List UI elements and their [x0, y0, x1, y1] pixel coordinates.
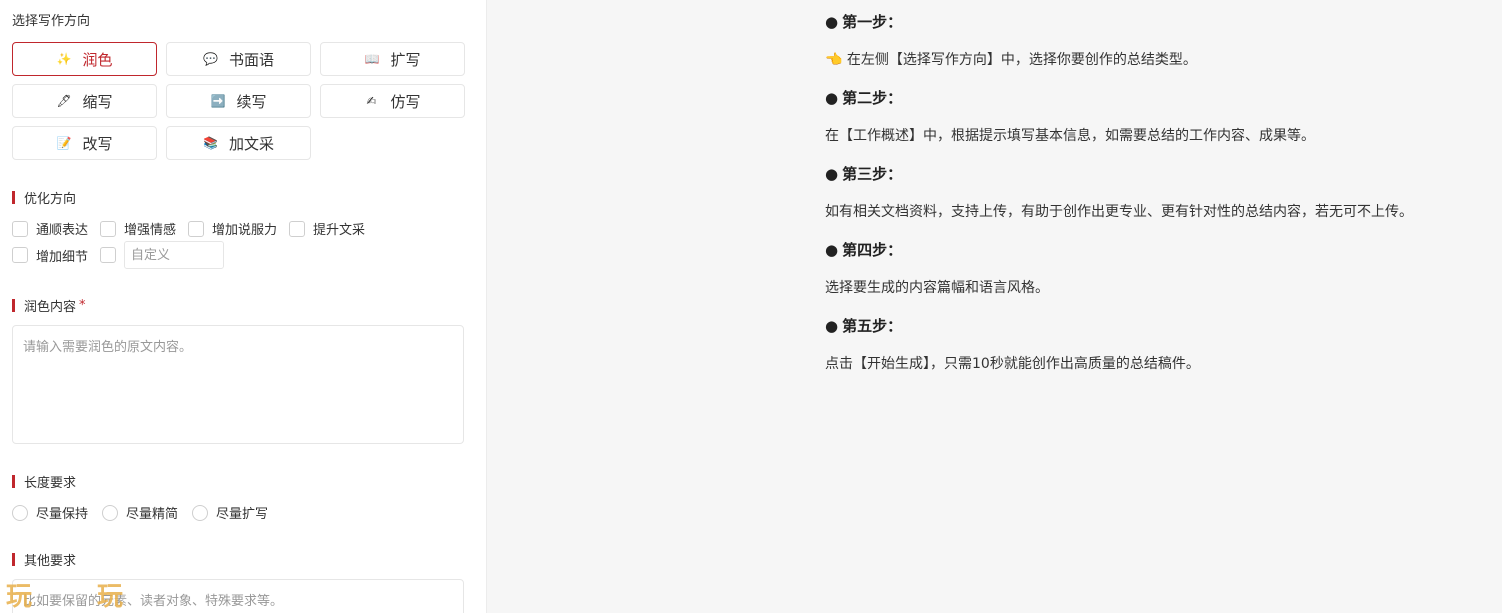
- section-marker: [12, 553, 15, 566]
- books-icon: 📚: [202, 136, 218, 150]
- mode-button[interactable]: ➡️ 续写: [166, 84, 311, 118]
- book-icon: 📖: [364, 52, 380, 66]
- other-title: 其他要求: [24, 554, 77, 569]
- content-textarea[interactable]: [12, 325, 464, 444]
- section-marker: [12, 299, 15, 312]
- content-header: 润色内容 *: [12, 296, 86, 315]
- step-guide: ● 第一步： 👈 在左侧【选择写作方向】中，选择你要创作的总结类型。 ● 第二步： 在【工…: [825, 12, 1502, 392]
- checkbox-details[interactable]: [12, 247, 28, 263]
- step-description: 在【工作概述】中，根据提示填写基本信息，如需要总结的工作内容、成果等。: [825, 128, 1315, 144]
- step-description: 👈 在左侧【选择写作方向】中，选择你要创作的总结类型。: [825, 52, 1197, 68]
- step-title-text: 第二步：: [842, 89, 903, 107]
- mode-label: 续写: [236, 92, 267, 111]
- section-marker: [12, 191, 15, 204]
- checkbox-smooth[interactable]: [12, 220, 28, 237]
- content-title: 润色内容: [24, 300, 77, 315]
- checkbox-persuasion[interactable]: [188, 220, 205, 237]
- writing-hand-icon: ✍: [366, 94, 377, 108]
- step-title: ● 第四步：: [825, 240, 1502, 260]
- guide-step: ● 第四步： 选择要生成的内容篇幅和语言风格。: [825, 240, 1502, 316]
- optimize-header: 优化方向: [12, 188, 76, 207]
- speech-bubble-icon: 💬: [202, 52, 218, 66]
- checkbox-emotion[interactable]: [100, 220, 117, 237]
- mode-button[interactable]: 🖋 缩写: [12, 84, 157, 118]
- radio-label: 尽量保持: [36, 507, 89, 522]
- checkbox-label: 通顺表达: [36, 223, 89, 238]
- step-title-text: 第四步：: [842, 241, 903, 259]
- radio-label: 尽量扩写: [216, 507, 269, 522]
- arrow-right-icon: ➡️: [210, 94, 226, 108]
- step-title-text: 第五步：: [842, 317, 903, 335]
- length-title: 长度要求: [24, 476, 77, 491]
- step-description: 点击【开始生成】，只需10秒就能创作出高质量的总结稿件。: [825, 356, 1200, 372]
- required-mark: *: [79, 298, 86, 313]
- other-header: 其他要求: [12, 550, 76, 569]
- step-title-text: 第一步：: [842, 13, 903, 31]
- watermark-logo: 玩 玩: [6, 582, 152, 612]
- memo-icon: 📝: [56, 136, 72, 150]
- pen-icon: 🖋: [56, 94, 72, 108]
- step-title: ● 第二步：: [825, 88, 1502, 108]
- mode-button[interactable]: 📖 扩写: [320, 42, 465, 76]
- mode-button[interactable]: 📚 加文采: [166, 126, 311, 160]
- custom-option-input[interactable]: [124, 241, 225, 269]
- optimize-row-1: 通顺表达 增强情感 增加说服力 提升文采: [12, 219, 377, 238]
- checkbox-label: 增强情感: [124, 223, 177, 238]
- bullet-icon: ●: [825, 13, 839, 31]
- optimize-row-2: 增加细节: [12, 241, 225, 269]
- checkbox-custom[interactable]: [100, 247, 117, 263]
- app-root: 选择写作方向 ✨ 润色 💬 书面语 📖 扩写 🖋 缩写 ➡️ 续写 ✍ 仿写 📝 改写 📚 加文采 优化方向 …: [0, 0, 1502, 613]
- section-marker: [12, 475, 15, 488]
- step-description: 选择要生成的内容篇幅和语言风格。: [825, 280, 1049, 296]
- step-title-text: 第三步：: [842, 165, 903, 183]
- radio-label: 尽量精简: [126, 507, 179, 522]
- radio-expand[interactable]: [192, 504, 209, 521]
- mode-label: 改写: [82, 134, 113, 153]
- checkbox-label: 提升文采: [313, 223, 366, 238]
- mode-label: 书面语: [228, 50, 274, 69]
- mode-label: 扩写: [390, 50, 421, 69]
- mode-button[interactable]: ✍ 仿写: [320, 84, 465, 118]
- bullet-icon: ●: [825, 89, 839, 107]
- guide-step: ● 第三步： 如有相关文档资料，支持上传，有助于创作出更专业、更有针对性的总结内容，…: [825, 164, 1502, 240]
- optimize-title: 优化方向: [24, 192, 77, 207]
- checkbox-label: 增加细节: [36, 249, 89, 265]
- length-options: 尽量保持 尽量精简 尽量扩写: [12, 503, 282, 522]
- bullet-icon: ●: [825, 317, 839, 335]
- length-header: 长度要求: [12, 472, 76, 491]
- step-description: 如有相关文档资料，支持上传，有助于创作出更专业、更有针对性的总结内容，若无可不上…: [825, 204, 1413, 220]
- bullet-icon: ●: [825, 165, 839, 183]
- direction-title: 选择写作方向: [12, 14, 91, 29]
- bullet-icon: ●: [825, 241, 839, 259]
- settings-panel: 选择写作方向 ✨ 润色 💬 书面语 📖 扩写 🖋 缩写 ➡️ 续写 ✍ 仿写 📝 改写 📚 加文采 优化方向 …: [0, 0, 487, 613]
- sparkles-icon: ✨: [56, 52, 72, 66]
- mode-button[interactable]: ✨ 润色: [12, 42, 157, 76]
- step-title: ● 第三步：: [825, 164, 1502, 184]
- mode-label: 仿写: [390, 92, 421, 111]
- guide-step: ● 第一步： 👈 在左侧【选择写作方向】中，选择你要创作的总结类型。: [825, 12, 1502, 88]
- mode-label: 润色: [82, 50, 113, 69]
- guide-panel: ● 第一步： 👈 在左侧【选择写作方向】中，选择你要创作的总结类型。 ● 第二步： 在【工…: [487, 0, 1502, 613]
- mode-button[interactable]: 📝 改写: [12, 126, 157, 160]
- step-title: ● 第五步：: [825, 316, 1502, 336]
- guide-step: ● 第二步： 在【工作概述】中，根据提示填写基本信息，如需要总结的工作内容、成果等。: [825, 88, 1502, 164]
- checkbox-label: 增加说服力: [212, 223, 278, 238]
- radio-keep[interactable]: [12, 504, 28, 521]
- mode-label: 加文采: [228, 134, 274, 153]
- radio-concise[interactable]: [102, 504, 119, 521]
- mode-button[interactable]: 💬 书面语: [166, 42, 311, 76]
- mode-label: 缩写: [82, 92, 113, 111]
- guide-step: ● 第五步： 点击【开始生成】，只需10秒就能创作出高质量的总结稿件。: [825, 316, 1502, 392]
- checkbox-literary[interactable]: [289, 220, 306, 237]
- step-title: ● 第一步：: [825, 12, 1502, 32]
